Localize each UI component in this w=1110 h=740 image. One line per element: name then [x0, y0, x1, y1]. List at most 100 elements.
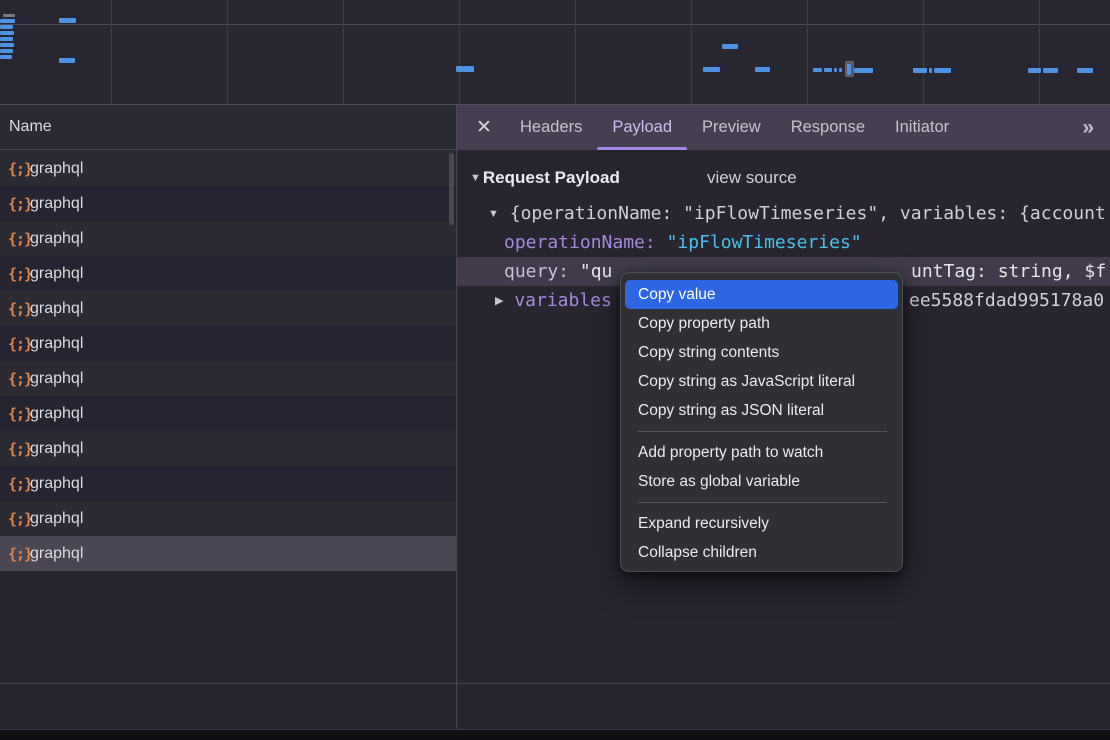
close-icon[interactable]: ✕: [473, 105, 495, 150]
table-row-graphql[interactable]: {;}graphql: [0, 256, 456, 291]
table-row-graphql[interactable]: {;}graphql: [0, 396, 456, 431]
window-bottom-edge: [0, 729, 1110, 740]
table-row-graphql[interactable]: {;}graphql: [0, 501, 456, 536]
request-timing-bar: [929, 68, 932, 73]
property-key: query:: [504, 261, 569, 282]
section-collapse-icon[interactable]: ▼: [470, 172, 481, 184]
timeline-gridline: [343, 0, 344, 104]
table-row-graphql[interactable]: {;}graphql: [0, 536, 456, 571]
timeline-gridline: [923, 0, 924, 104]
request-name-label: graphql: [30, 440, 83, 458]
request-timing-bar: [1028, 68, 1041, 73]
json-braces-icon: {;}: [0, 370, 30, 388]
request-name-label: graphql: [30, 300, 83, 318]
request-timing-bar: [854, 68, 873, 73]
json-braces-icon: {;}: [0, 160, 30, 178]
collapse-triangle-icon[interactable]: ▼: [488, 208, 499, 220]
request-timing-bar: [1043, 68, 1058, 73]
json-braces-icon: {;}: [0, 510, 30, 528]
property-value-start: "qu: [569, 261, 612, 282]
context-menu-item-copy-value[interactable]: Copy value: [625, 280, 898, 309]
context-menu-item-copy-string-as-javascript-literal[interactable]: Copy string as JavaScript literal: [625, 367, 898, 396]
section-title: Request Payload: [483, 168, 620, 188]
expand-triangle-icon[interactable]: ▶: [495, 294, 503, 307]
menu-separator: [621, 425, 902, 438]
more-tabs-icon[interactable]: »: [1082, 105, 1092, 150]
request-timing-bar: [0, 31, 14, 35]
network-overview-timeline[interactable]: [0, 0, 1110, 105]
request-name-label: graphql: [30, 370, 83, 388]
table-row-graphql[interactable]: {;}graphql: [0, 431, 456, 466]
tab-initiator[interactable]: Initiator: [880, 105, 964, 150]
json-braces-icon: {;}: [0, 230, 30, 248]
table-row-graphql[interactable]: {;}graphql: [0, 326, 456, 361]
context-menu-item-store-as-global-variable[interactable]: Store as global variable: [625, 467, 898, 496]
timeline-gridline: [1039, 0, 1040, 104]
request-timing-bar: [456, 66, 474, 72]
root-preview-value: {operationName: "ipFlowTimeseries", vari…: [510, 203, 1106, 224]
context-menu-item-copy-string-contents[interactable]: Copy string contents: [625, 338, 898, 367]
menu-separator: [621, 496, 902, 509]
context-menu: Copy valueCopy property pathCopy string …: [620, 272, 903, 572]
request-name-label: graphql: [30, 160, 83, 178]
details-tabs: HeadersPayloadPreviewResponseInitiator: [505, 105, 964, 150]
json-braces-icon: {;}: [0, 545, 30, 563]
property-value-end: untTag: string, $f: [911, 261, 1106, 282]
json-braces-icon: {;}: [0, 265, 30, 283]
json-braces-icon: {;}: [0, 195, 30, 213]
tab-headers[interactable]: Headers: [505, 105, 597, 150]
json-braces-icon: {;}: [0, 405, 30, 423]
context-menu-item-copy-string-as-json-literal[interactable]: Copy string as JSON literal: [625, 396, 898, 425]
variables-preview-end: ee5588fdad995178a0: [909, 290, 1104, 311]
request-name-label: graphql: [30, 510, 83, 528]
request-timing-bar: [755, 67, 770, 72]
request-list: {;}graphql{;}graphql{;}graphql{;}graphql…: [0, 151, 456, 571]
tab-payload[interactable]: Payload: [597, 105, 687, 150]
request-timing-bar: [0, 25, 13, 29]
table-footer-divider: [0, 683, 1110, 684]
details-tab-bar: ✕ HeadersPayloadPreviewResponseInitiator…: [457, 105, 1110, 150]
name-column-label: Name: [0, 118, 52, 136]
request-timing-bar: [913, 68, 927, 73]
request-timing-bar: [1077, 68, 1093, 73]
json-braces-icon: {;}: [0, 300, 30, 318]
table-row-graphql[interactable]: {;}graphql: [0, 151, 456, 186]
network-requests-panel: Name {;}graphql{;}graphql{;}graphql{;}gr…: [0, 105, 456, 729]
table-row-graphql[interactable]: {;}graphql: [0, 466, 456, 501]
timeline-gridline: [575, 0, 576, 104]
table-row-graphql[interactable]: {;}graphql: [0, 291, 456, 326]
request-timing-bar: [834, 68, 837, 72]
request-timing-bar: [0, 37, 13, 41]
tab-response[interactable]: Response: [776, 105, 880, 150]
request-timing-bar: [824, 68, 832, 72]
json-braces-icon: {;}: [0, 475, 30, 493]
request-name-label: graphql: [30, 405, 83, 423]
request-timing-bar: [0, 19, 15, 23]
request-timing-bar: [59, 58, 75, 63]
tab-preview[interactable]: Preview: [687, 105, 776, 150]
table-row-graphql[interactable]: {;}graphql: [0, 221, 456, 256]
tree-row-operation-name[interactable]: operationName: "ipFlowTimeseries": [457, 228, 1110, 257]
view-source-link[interactable]: view source: [707, 163, 797, 193]
context-menu-item-add-property-path-to-watch[interactable]: Add property path to watch: [625, 438, 898, 467]
table-row-graphql[interactable]: {;}graphql: [0, 186, 456, 221]
request-name-label: graphql: [30, 335, 83, 353]
request-timing-bar: [703, 67, 720, 72]
context-menu-item-collapse-children[interactable]: Collapse children: [625, 538, 898, 567]
table-row-graphql[interactable]: {;}graphql: [0, 361, 456, 396]
timeline-gridline: [111, 0, 112, 104]
tree-row-root[interactable]: ▼ {operationName: "ipFlowTimeseries", va…: [457, 199, 1110, 228]
property-key: operationName:: [504, 232, 656, 253]
request-timing-bar: [722, 44, 738, 49]
context-menu-item-copy-property-path[interactable]: Copy property path: [625, 309, 898, 338]
requests-scrollbar-thumb[interactable]: [449, 153, 454, 225]
selected-request-marker-bar: [847, 64, 851, 75]
property-key: variables: [514, 290, 612, 311]
request-timing-bar: [0, 55, 12, 59]
name-column-header[interactable]: Name: [0, 105, 456, 150]
overview-lane-divider: [0, 24, 1110, 25]
request-timing-bar: [839, 68, 842, 72]
context-menu-item-expand-recursively[interactable]: Expand recursively: [625, 509, 898, 538]
root-preview-text: [499, 203, 510, 224]
request-name-label: graphql: [30, 545, 83, 563]
